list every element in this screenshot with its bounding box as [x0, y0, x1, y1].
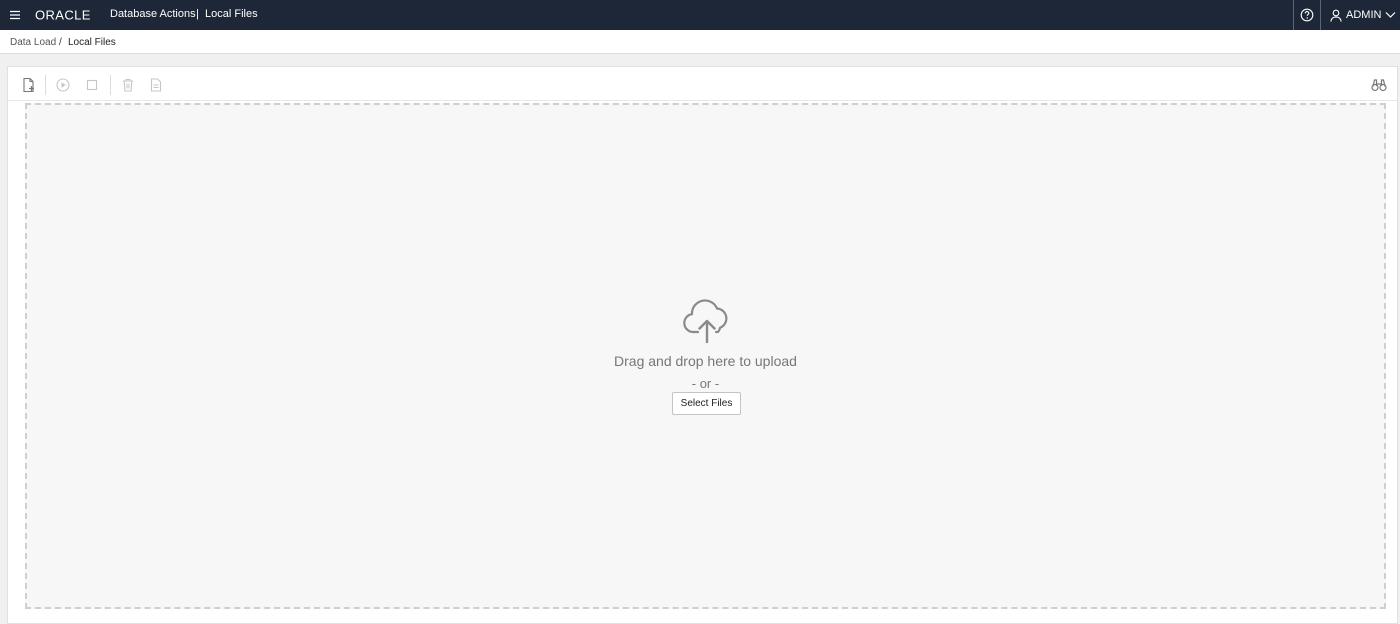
trash-icon [123, 78, 133, 92]
select-files-button[interactable]: Select Files [672, 392, 741, 415]
page-title: Local Files [205, 8, 258, 20]
play-icon [56, 78, 70, 92]
toolbar-divider [45, 75, 46, 95]
cloud-upload-icon [683, 299, 728, 343]
binoculars-icon [1371, 79, 1387, 92]
stop-icon [86, 79, 98, 91]
local-files-panel: Drag and drop here to upload - or - Sele… [7, 66, 1398, 624]
add-file-button[interactable] [20, 76, 38, 94]
add-file-icon [23, 77, 34, 93]
hamburger-icon[interactable] [6, 6, 24, 24]
help-button[interactable] [1294, 0, 1320, 30]
breadcrumb-local-files: Local Files [68, 37, 116, 48]
svg-text:ORACLE: ORACLE [35, 8, 91, 22]
file-drop-zone[interactable]: Drag and drop here to upload - or - Sele… [25, 103, 1386, 609]
run-button[interactable] [54, 76, 72, 94]
report-button[interactable] [147, 76, 165, 94]
document-icon [150, 78, 162, 92]
oracle-logo: ORACLE [35, 8, 91, 22]
user-menu-button[interactable]: ADMIN [1321, 0, 1400, 30]
find-button[interactable] [1370, 76, 1388, 94]
stop-button[interactable] [83, 76, 101, 94]
chevron-down-icon [1386, 12, 1396, 18]
breadcrumb-separator: / [59, 37, 62, 48]
app-header: ORACLE Database Actions | Local Files AD… [0, 0, 1400, 30]
drop-instructions: Drag and drop here to upload [614, 353, 797, 369]
title-separator: | [196, 8, 199, 20]
app-title: Database Actions [110, 8, 196, 20]
toolbar-divider [110, 75, 111, 95]
user-icon [1330, 9, 1342, 22]
breadcrumb-data-load[interactable]: Data Load [10, 37, 56, 48]
or-divider-text: - or - [691, 376, 720, 391]
user-name: ADMIN [1346, 9, 1382, 21]
delete-button[interactable] [119, 76, 137, 94]
breadcrumb: Data Load / Local Files [0, 30, 1400, 54]
help-icon [1300, 8, 1314, 22]
toolbar [8, 67, 1397, 101]
